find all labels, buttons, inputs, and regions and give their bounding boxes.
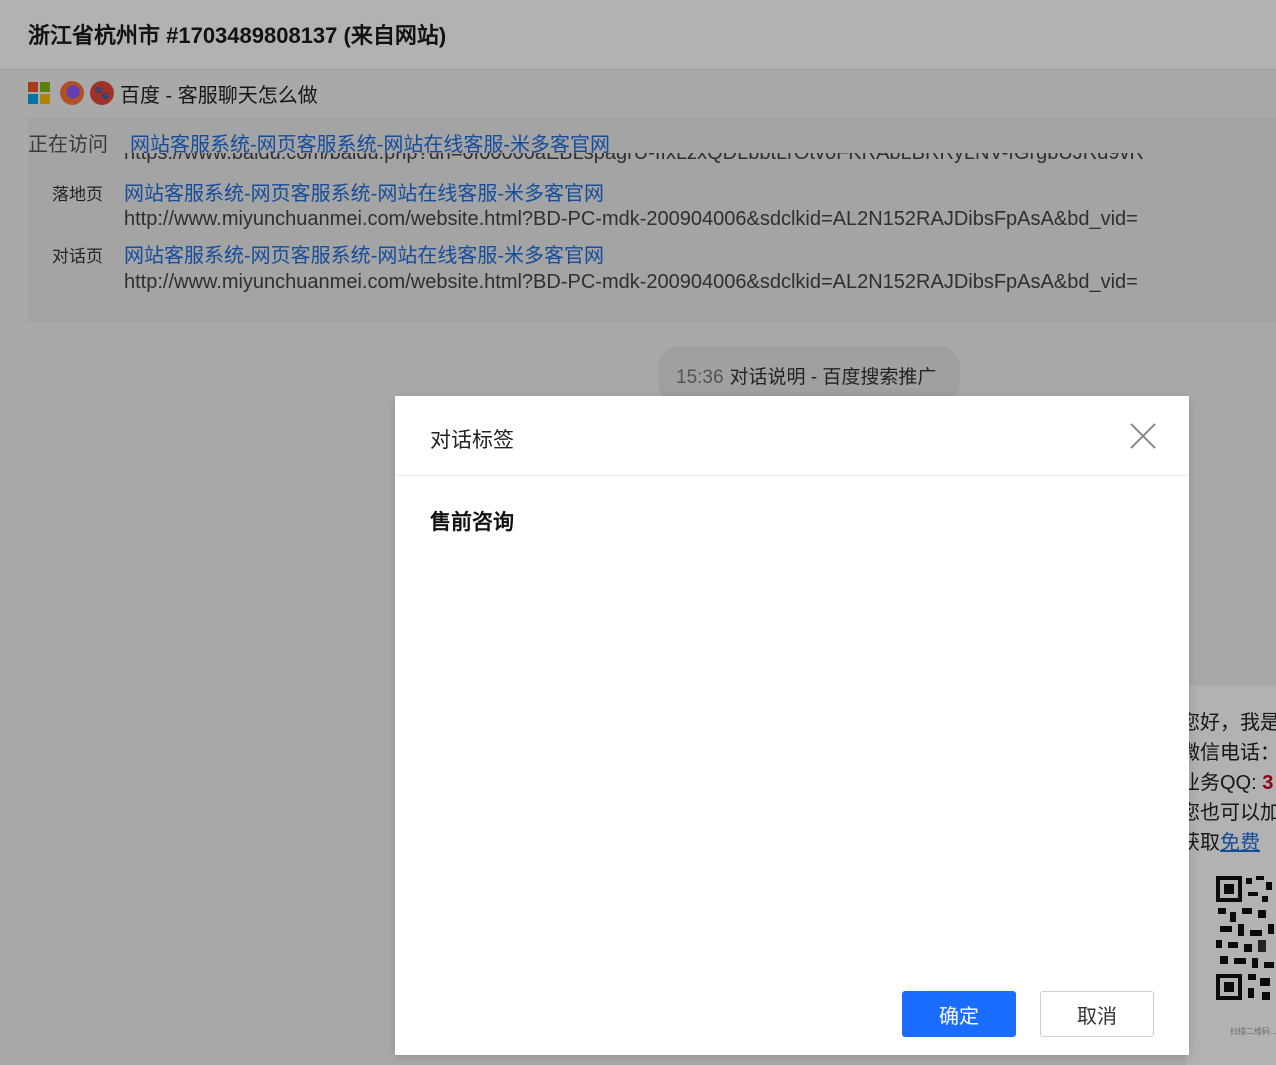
conversation-tag-dialog: 对话标签 售前咨询 确定 取消	[395, 396, 1189, 1055]
cancel-button[interactable]: 取消	[1040, 991, 1154, 1037]
close-icon[interactable]	[1129, 422, 1157, 450]
conversation-tag[interactable]: 售前咨询	[430, 506, 514, 536]
confirm-button[interactable]: 确定	[902, 991, 1016, 1037]
dialog-title: 对话标签	[430, 429, 514, 452]
dialog-header: 对话标签	[395, 396, 1189, 476]
